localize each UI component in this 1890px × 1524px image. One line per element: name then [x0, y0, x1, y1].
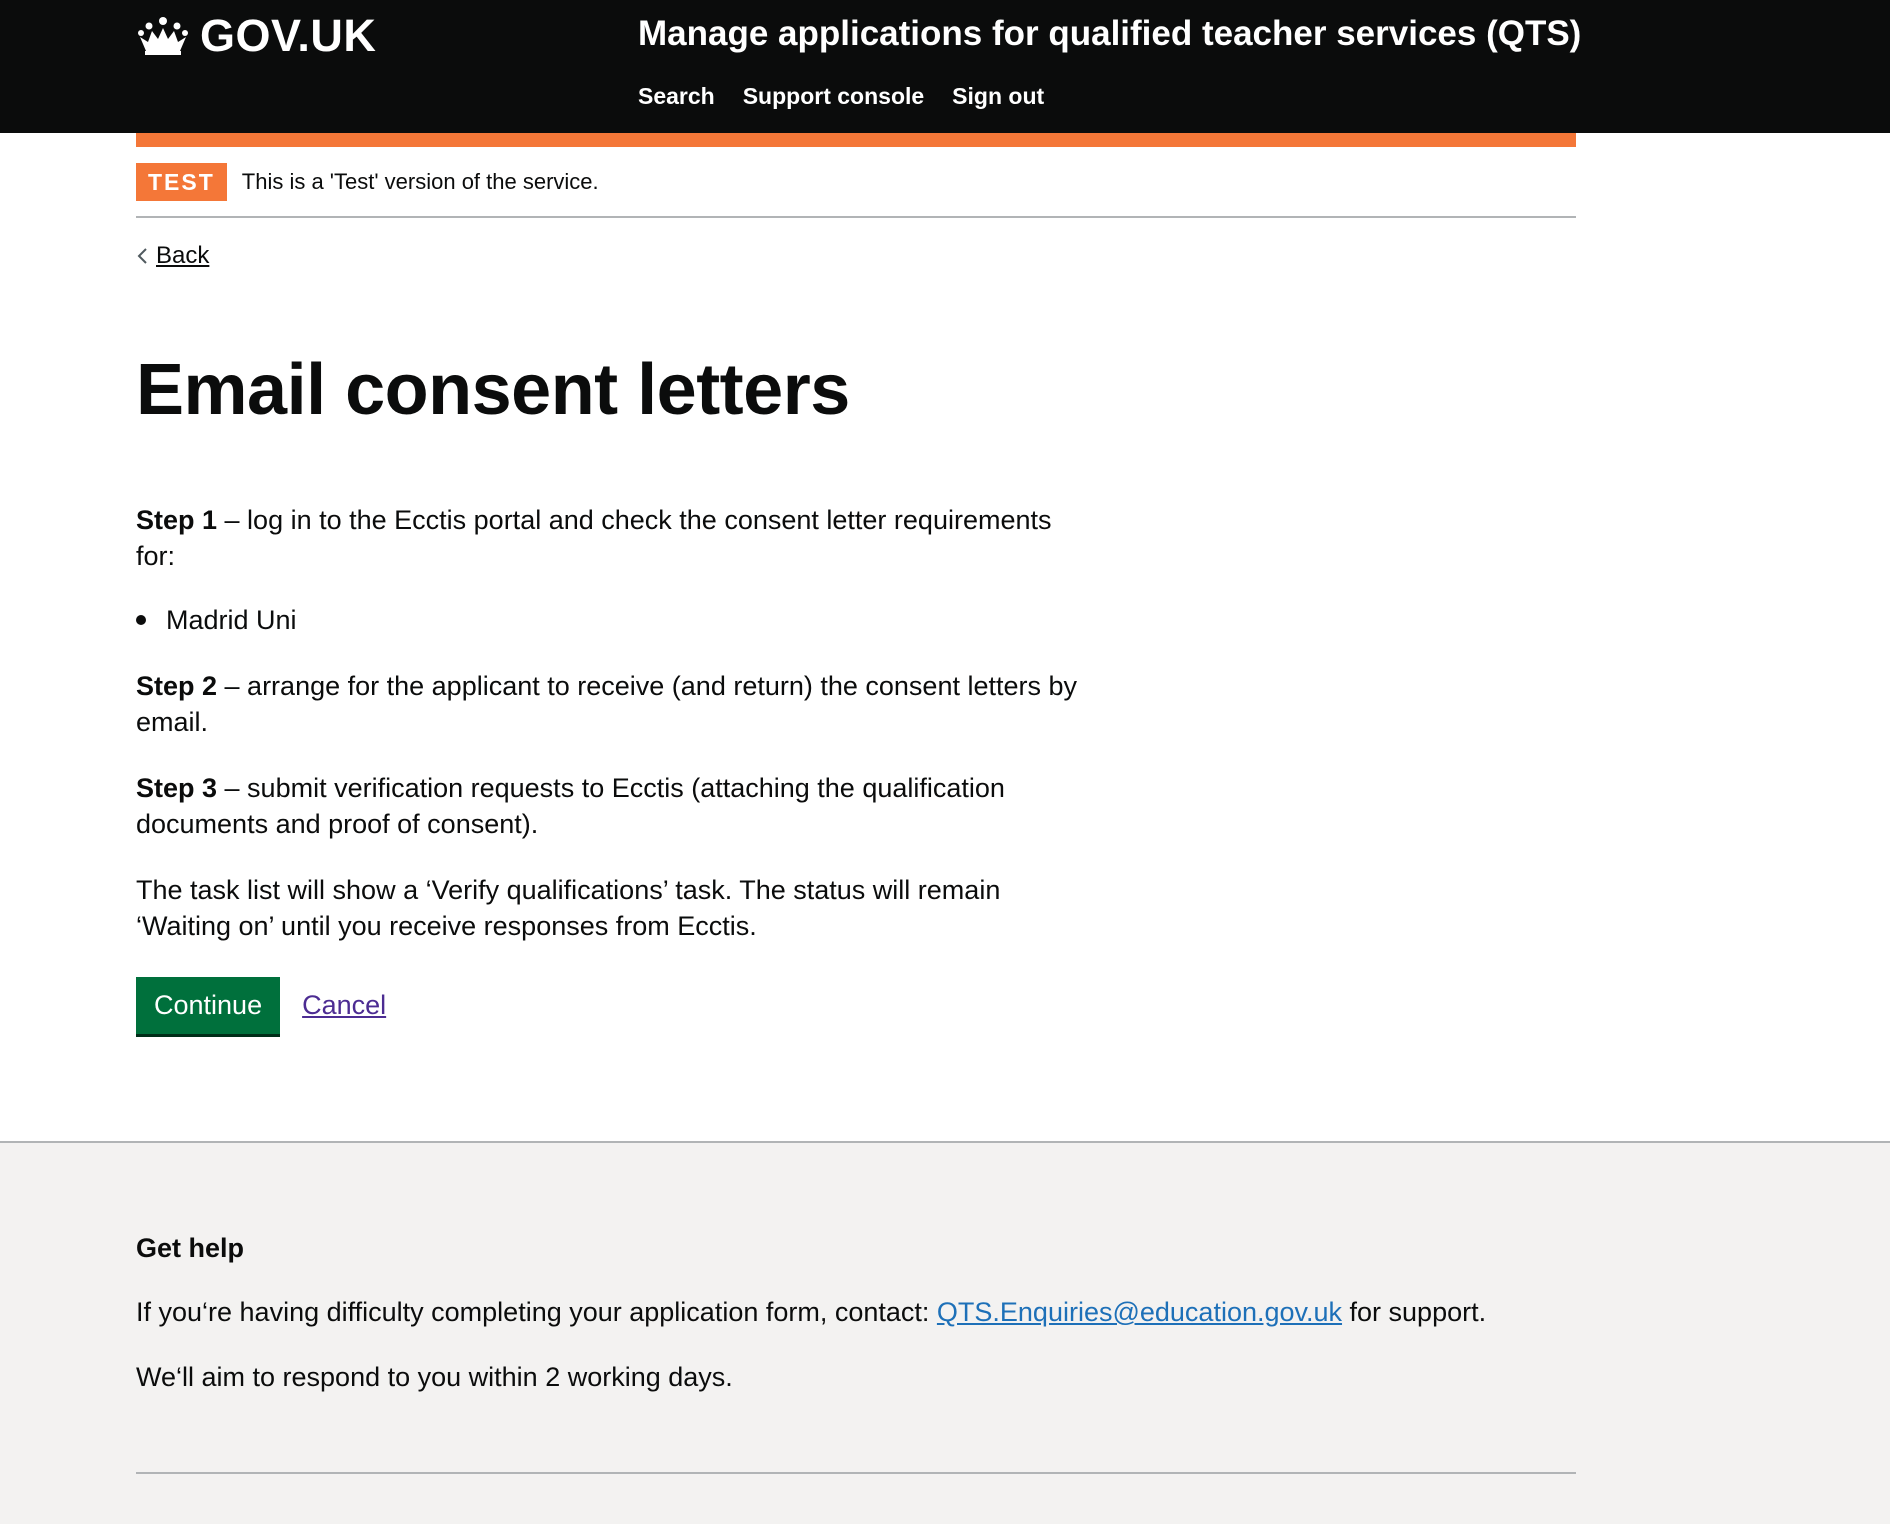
- header-accent-bar: [136, 133, 1576, 147]
- form-actions: Continue Cancel: [136, 977, 386, 1034]
- list-item: Madrid Uni: [136, 602, 1086, 638]
- step-1: Step 1 – log in to the Ecctis portal and…: [136, 502, 1086, 574]
- page-title: Email consent letters: [136, 350, 850, 430]
- step-1-label: Step 1: [136, 505, 218, 535]
- phase-banner-divider: [136, 216, 1576, 218]
- continue-button[interactable]: Continue: [136, 977, 281, 1034]
- step-3-text: – submit verification requests to Ecctis…: [136, 773, 1005, 839]
- help-heading: Get help: [136, 1233, 245, 1263]
- step-2-text: – arrange for the applicant to receive (…: [136, 671, 1078, 737]
- step-3-label: Step 3: [136, 773, 218, 803]
- phase-banner: TEST This is a 'Test' version of the ser…: [136, 163, 599, 201]
- back-link[interactable]: Back: [136, 242, 209, 270]
- govuk-logo-link[interactable]: GOV.UK: [136, 10, 376, 60]
- nav-support-console[interactable]: Support console: [743, 80, 924, 112]
- header-nav: Search Support console Sign out: [638, 80, 1044, 112]
- response-time-note: We‘ll aim to respond to you within 2 wor…: [136, 1362, 733, 1392]
- crown-icon: [138, 17, 188, 55]
- help-suffix: for support.: [1342, 1297, 1487, 1327]
- institution-list: Madrid Uni: [136, 602, 1086, 638]
- phase-tag: TEST: [136, 163, 227, 201]
- main-content: Step 1 – log in to the Ecctis portal and…: [136, 502, 1086, 974]
- site-header: GOV.UK Manage applications for qualified…: [0, 0, 1890, 133]
- chevron-left-icon: [137, 248, 147, 264]
- nav-search[interactable]: Search: [638, 80, 715, 112]
- step-2: Step 2 – arrange for the applicant to re…: [136, 668, 1086, 740]
- footer-divider: [136, 1472, 1576, 1474]
- help-prefix: If you‘re having difficulty completing y…: [136, 1297, 937, 1327]
- back-link-label: Back: [156, 242, 210, 269]
- phase-banner-text: This is a 'Test' version of the service.: [241, 169, 599, 194]
- logo-text: GOV.UK: [200, 9, 377, 61]
- step-1-text: – log in to the Ecctis portal and check …: [136, 505, 1052, 571]
- cancel-link[interactable]: Cancel: [302, 990, 386, 1021]
- step-2-label: Step 2: [136, 671, 218, 701]
- site-footer: Get help If you‘re having difficulty com…: [0, 1141, 1890, 1524]
- step-3: Step 3 – submit verification requests to…: [136, 770, 1086, 842]
- service-name[interactable]: Manage applications for qualified teache…: [638, 12, 1581, 56]
- task-note: The task list will show a ‘Verify qualif…: [136, 875, 1001, 941]
- nav-sign-out[interactable]: Sign out: [952, 80, 1044, 112]
- support-email-link[interactable]: QTS.Enquiries@education.gov.uk: [937, 1297, 1342, 1327]
- help-text: If you‘re having difficulty completing y…: [136, 1297, 1486, 1328]
